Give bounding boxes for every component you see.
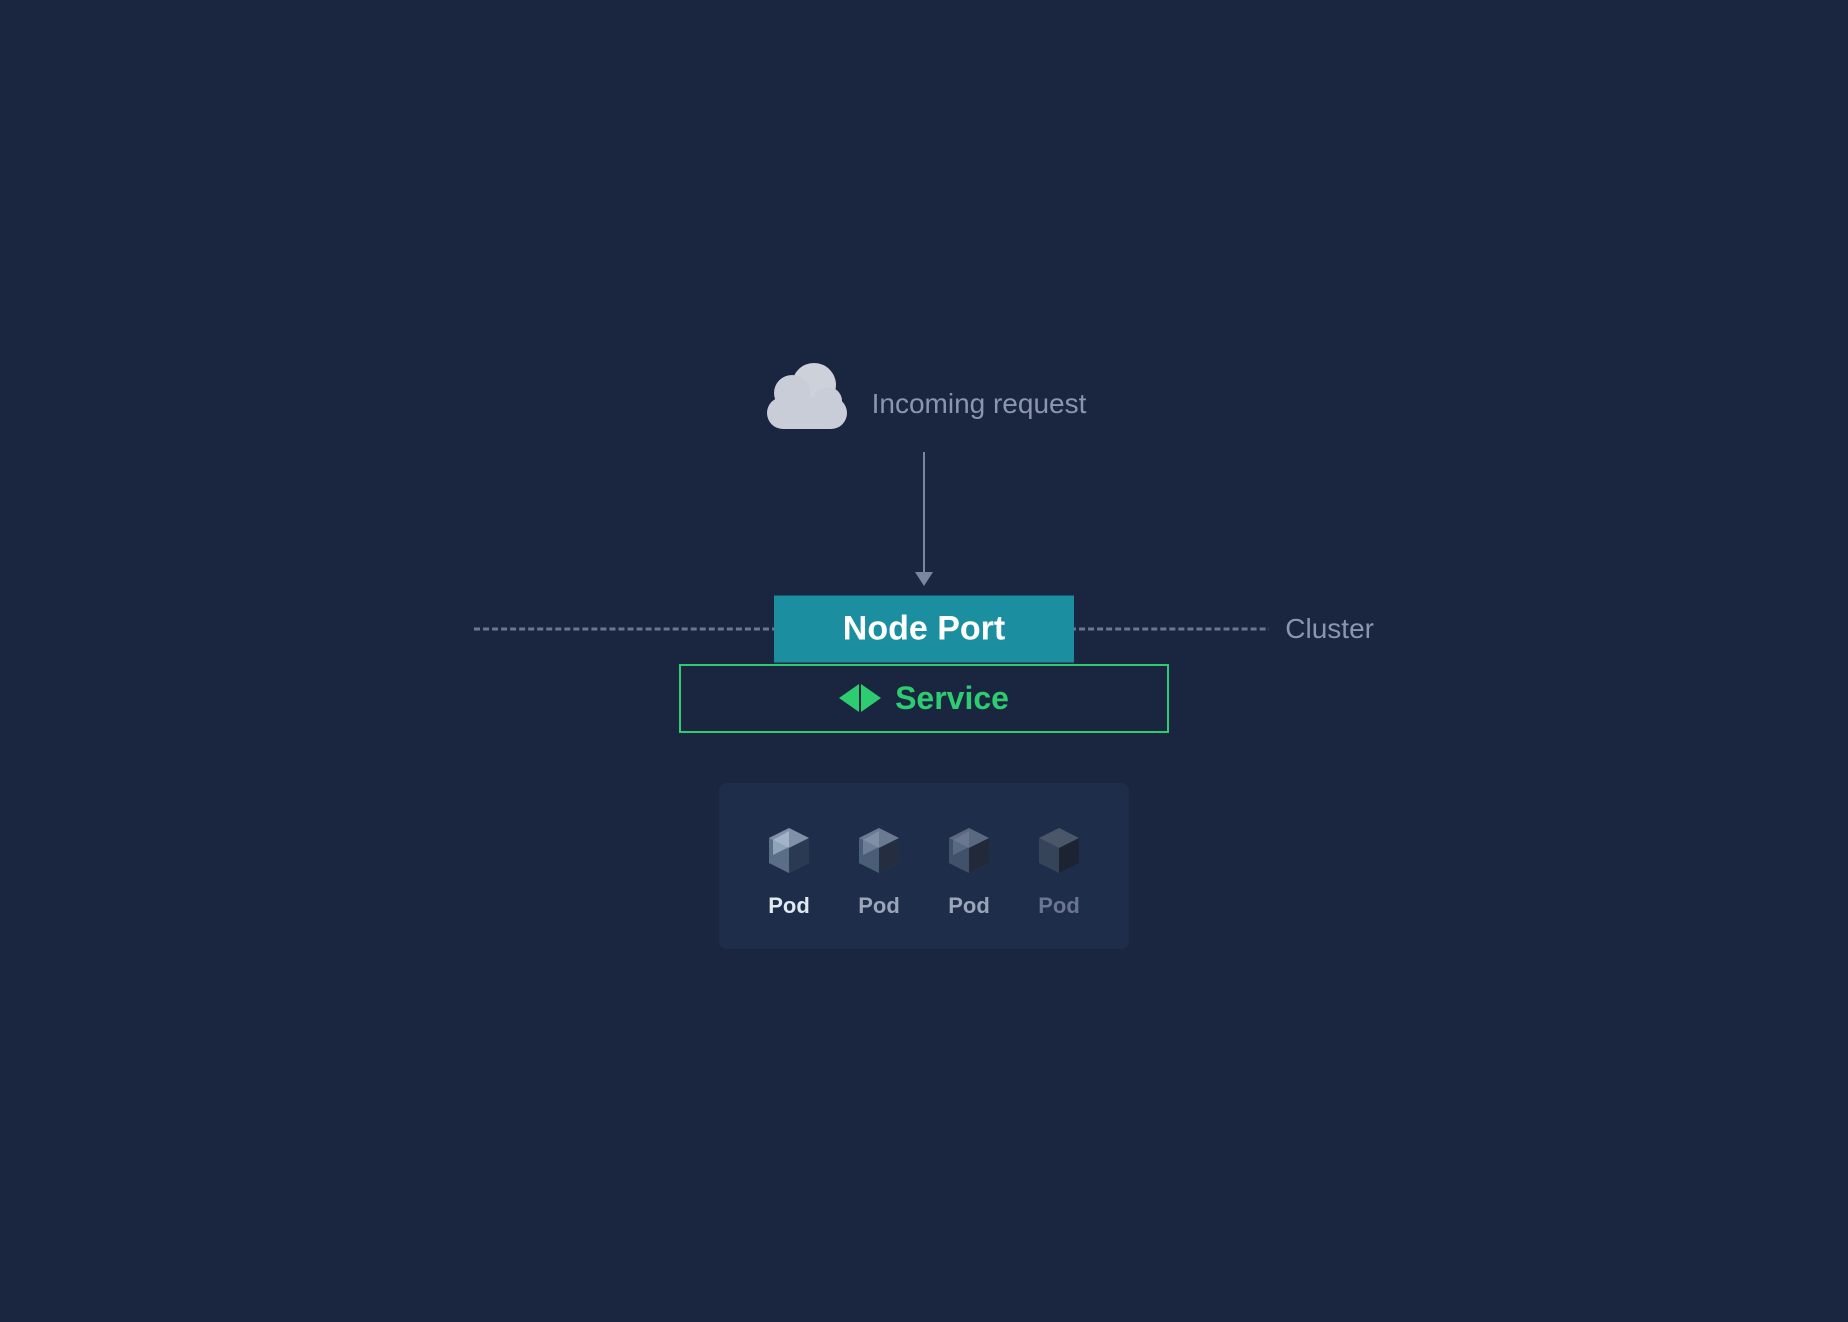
arrow-down bbox=[915, 452, 933, 586]
cloud-label-row: Incoming request bbox=[762, 374, 1087, 434]
pod-item-3: Pod bbox=[939, 813, 999, 919]
cloud-icon bbox=[762, 374, 852, 434]
service-box: Service bbox=[679, 664, 1169, 733]
triangle-left-icon bbox=[839, 684, 859, 712]
service-icon bbox=[839, 684, 881, 712]
pod-item-2: Pod bbox=[849, 813, 909, 919]
pod-label-2: Pod bbox=[858, 893, 900, 919]
pod-label-4: Pod bbox=[1038, 893, 1080, 919]
pod-cube-1 bbox=[759, 813, 819, 883]
arrow-line bbox=[923, 452, 925, 572]
triangle-right-icon bbox=[861, 684, 881, 712]
pod-cube-2 bbox=[849, 813, 909, 883]
cloud-section: Incoming request bbox=[762, 374, 1087, 444]
cloud-shape bbox=[762, 374, 852, 429]
node-port-label: Node Port bbox=[843, 609, 1005, 647]
incoming-request-label: Incoming request bbox=[872, 388, 1087, 420]
cluster-label: Cluster bbox=[1269, 613, 1374, 645]
diagram-container: Incoming request Node Port Cluster Servi… bbox=[474, 374, 1374, 949]
dashed-line-row: Node Port Cluster bbox=[474, 594, 1374, 664]
pod-label-3: Pod bbox=[948, 893, 990, 919]
service-label: Service bbox=[895, 680, 1009, 717]
arrow-head bbox=[915, 572, 933, 586]
pod-cube-4 bbox=[1029, 813, 1089, 883]
pod-item-1: Pod bbox=[759, 813, 819, 919]
pods-section: Pod Pod Pod bbox=[719, 783, 1129, 949]
cluster-section: Node Port Cluster Service bbox=[474, 594, 1374, 733]
node-port-box: Node Port bbox=[774, 595, 1074, 662]
pod-cube-3 bbox=[939, 813, 999, 883]
pod-item-4: Pod bbox=[1029, 813, 1089, 919]
pod-label-1: Pod bbox=[768, 893, 810, 919]
